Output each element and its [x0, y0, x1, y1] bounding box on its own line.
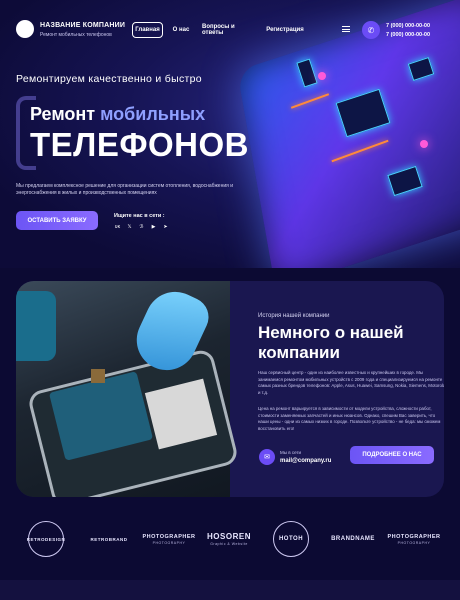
logo-text: RETROBRAND	[90, 536, 128, 542]
partner-logo[interactable]: PHOTOGRAPHER PHOTOGRAPHY	[384, 521, 444, 557]
footer-band	[0, 580, 460, 600]
brand-name: НАЗВАНИЕ КОМПАНИИ	[40, 22, 126, 29]
logo-text: HOTOH	[278, 536, 304, 542]
logo-subtext: PHOTOGRAPHY	[397, 540, 431, 545]
vk-icon[interactable]: ʋκ	[114, 224, 121, 230]
logo-text: HOSOREN	[207, 532, 251, 541]
social-links: ʋκ 𝕏 ℬ ▶ ➤	[114, 224, 169, 230]
photo-decor	[16, 291, 56, 361]
logo-icon[interactable]	[16, 20, 34, 38]
hamburger-icon[interactable]	[342, 26, 350, 32]
partner-logo[interactable]: RETROBRAND	[86, 521, 132, 557]
partner-logo[interactable]: BRANDNAME	[328, 521, 378, 557]
phone-numbers: 7 (000) 000-00-00 7 (000) 000-00-00	[386, 22, 430, 40]
partner-logo[interactable]: HOSOREN Graphic & Website	[206, 521, 252, 557]
partner-logo[interactable]: RETRODESIGN	[26, 521, 66, 557]
about-more-button[interactable]: ПОДРОБНЕЕ О НАС	[350, 446, 434, 464]
email-link[interactable]: mail@company.ru	[280, 458, 331, 464]
repair-photo	[16, 281, 240, 497]
nav-home[interactable]: Главная	[132, 22, 163, 38]
logo-text: PHOTOGRAPHER	[142, 533, 196, 540]
logo-text: BRANDNAME	[331, 536, 375, 542]
hero-title-accent: мобильных	[100, 104, 206, 124]
hero-description: Мы предлагаем комплексное решение для ор…	[16, 183, 234, 196]
leave-request-button[interactable]: ОСТАВИТЬ ЗАЯВКУ	[16, 211, 98, 230]
led-decor	[318, 72, 326, 80]
logo-text: RETRODESIGN	[26, 536, 66, 542]
logo-text: PHOTOGRAPHER	[387, 533, 441, 540]
about-content: История нашей компании Немного о нашей к…	[242, 281, 444, 497]
about-title: Немного о нашей компании	[258, 323, 404, 362]
partner-logo[interactable]: PHOTOGRAPHER PHOTOGRAPHY	[140, 521, 198, 557]
nav-about[interactable]: О нас	[170, 22, 192, 38]
partner-logo[interactable]: HOTOH	[273, 521, 309, 557]
hero-title-line1: Ремонт мобильных	[30, 104, 205, 125]
odnoklassniki-icon[interactable]: ℬ	[138, 224, 145, 230]
mail-label: Мы в сети	[280, 450, 302, 455]
telegram-icon[interactable]: ➤	[162, 224, 169, 230]
about-card: История нашей компании Немного о нашей к…	[16, 281, 444, 497]
about-kicker: История нашей компании	[258, 313, 330, 319]
nav-faq[interactable]: Вопросы и ответы	[202, 22, 254, 38]
about-paragraph: Наш сервисный центр - один из наиболее и…	[258, 370, 444, 395]
youtube-icon[interactable]: ▶	[150, 224, 157, 230]
logo-subtext: Graphic & Website	[210, 542, 248, 546]
phone-icon[interactable]: ✆	[362, 21, 380, 39]
mail-icon: ✉	[259, 449, 275, 465]
brand-subtitle: Ремонт мобильных телефонов	[40, 32, 112, 38]
twitter-icon[interactable]: 𝕏	[126, 224, 133, 230]
about-paragraph: Цена на ремонт варьируется в зависимости…	[258, 406, 441, 431]
logo-subtext: PHOTOGRAPHY	[152, 540, 186, 545]
partner-logos: RETRODESIGN RETROBRAND PHOTOGRAPHER PHOTO…	[0, 521, 460, 561]
social-title: Ищите нас в сети :	[114, 213, 165, 219]
phone-number[interactable]: 7 (000) 000-00-00	[386, 31, 430, 40]
phone-number[interactable]: 7 (000) 000-00-00	[386, 22, 430, 31]
hero-title-line2: ТЕЛЕФОНОВ	[30, 126, 249, 163]
nav-register[interactable]: Регистрация	[264, 22, 306, 38]
hero-tagline: Ремонтируем качественно и быстро	[16, 73, 202, 85]
photo-decor	[91, 369, 105, 383]
led-decor	[420, 140, 428, 148]
hero-title-plain: Ремонт	[30, 104, 101, 124]
